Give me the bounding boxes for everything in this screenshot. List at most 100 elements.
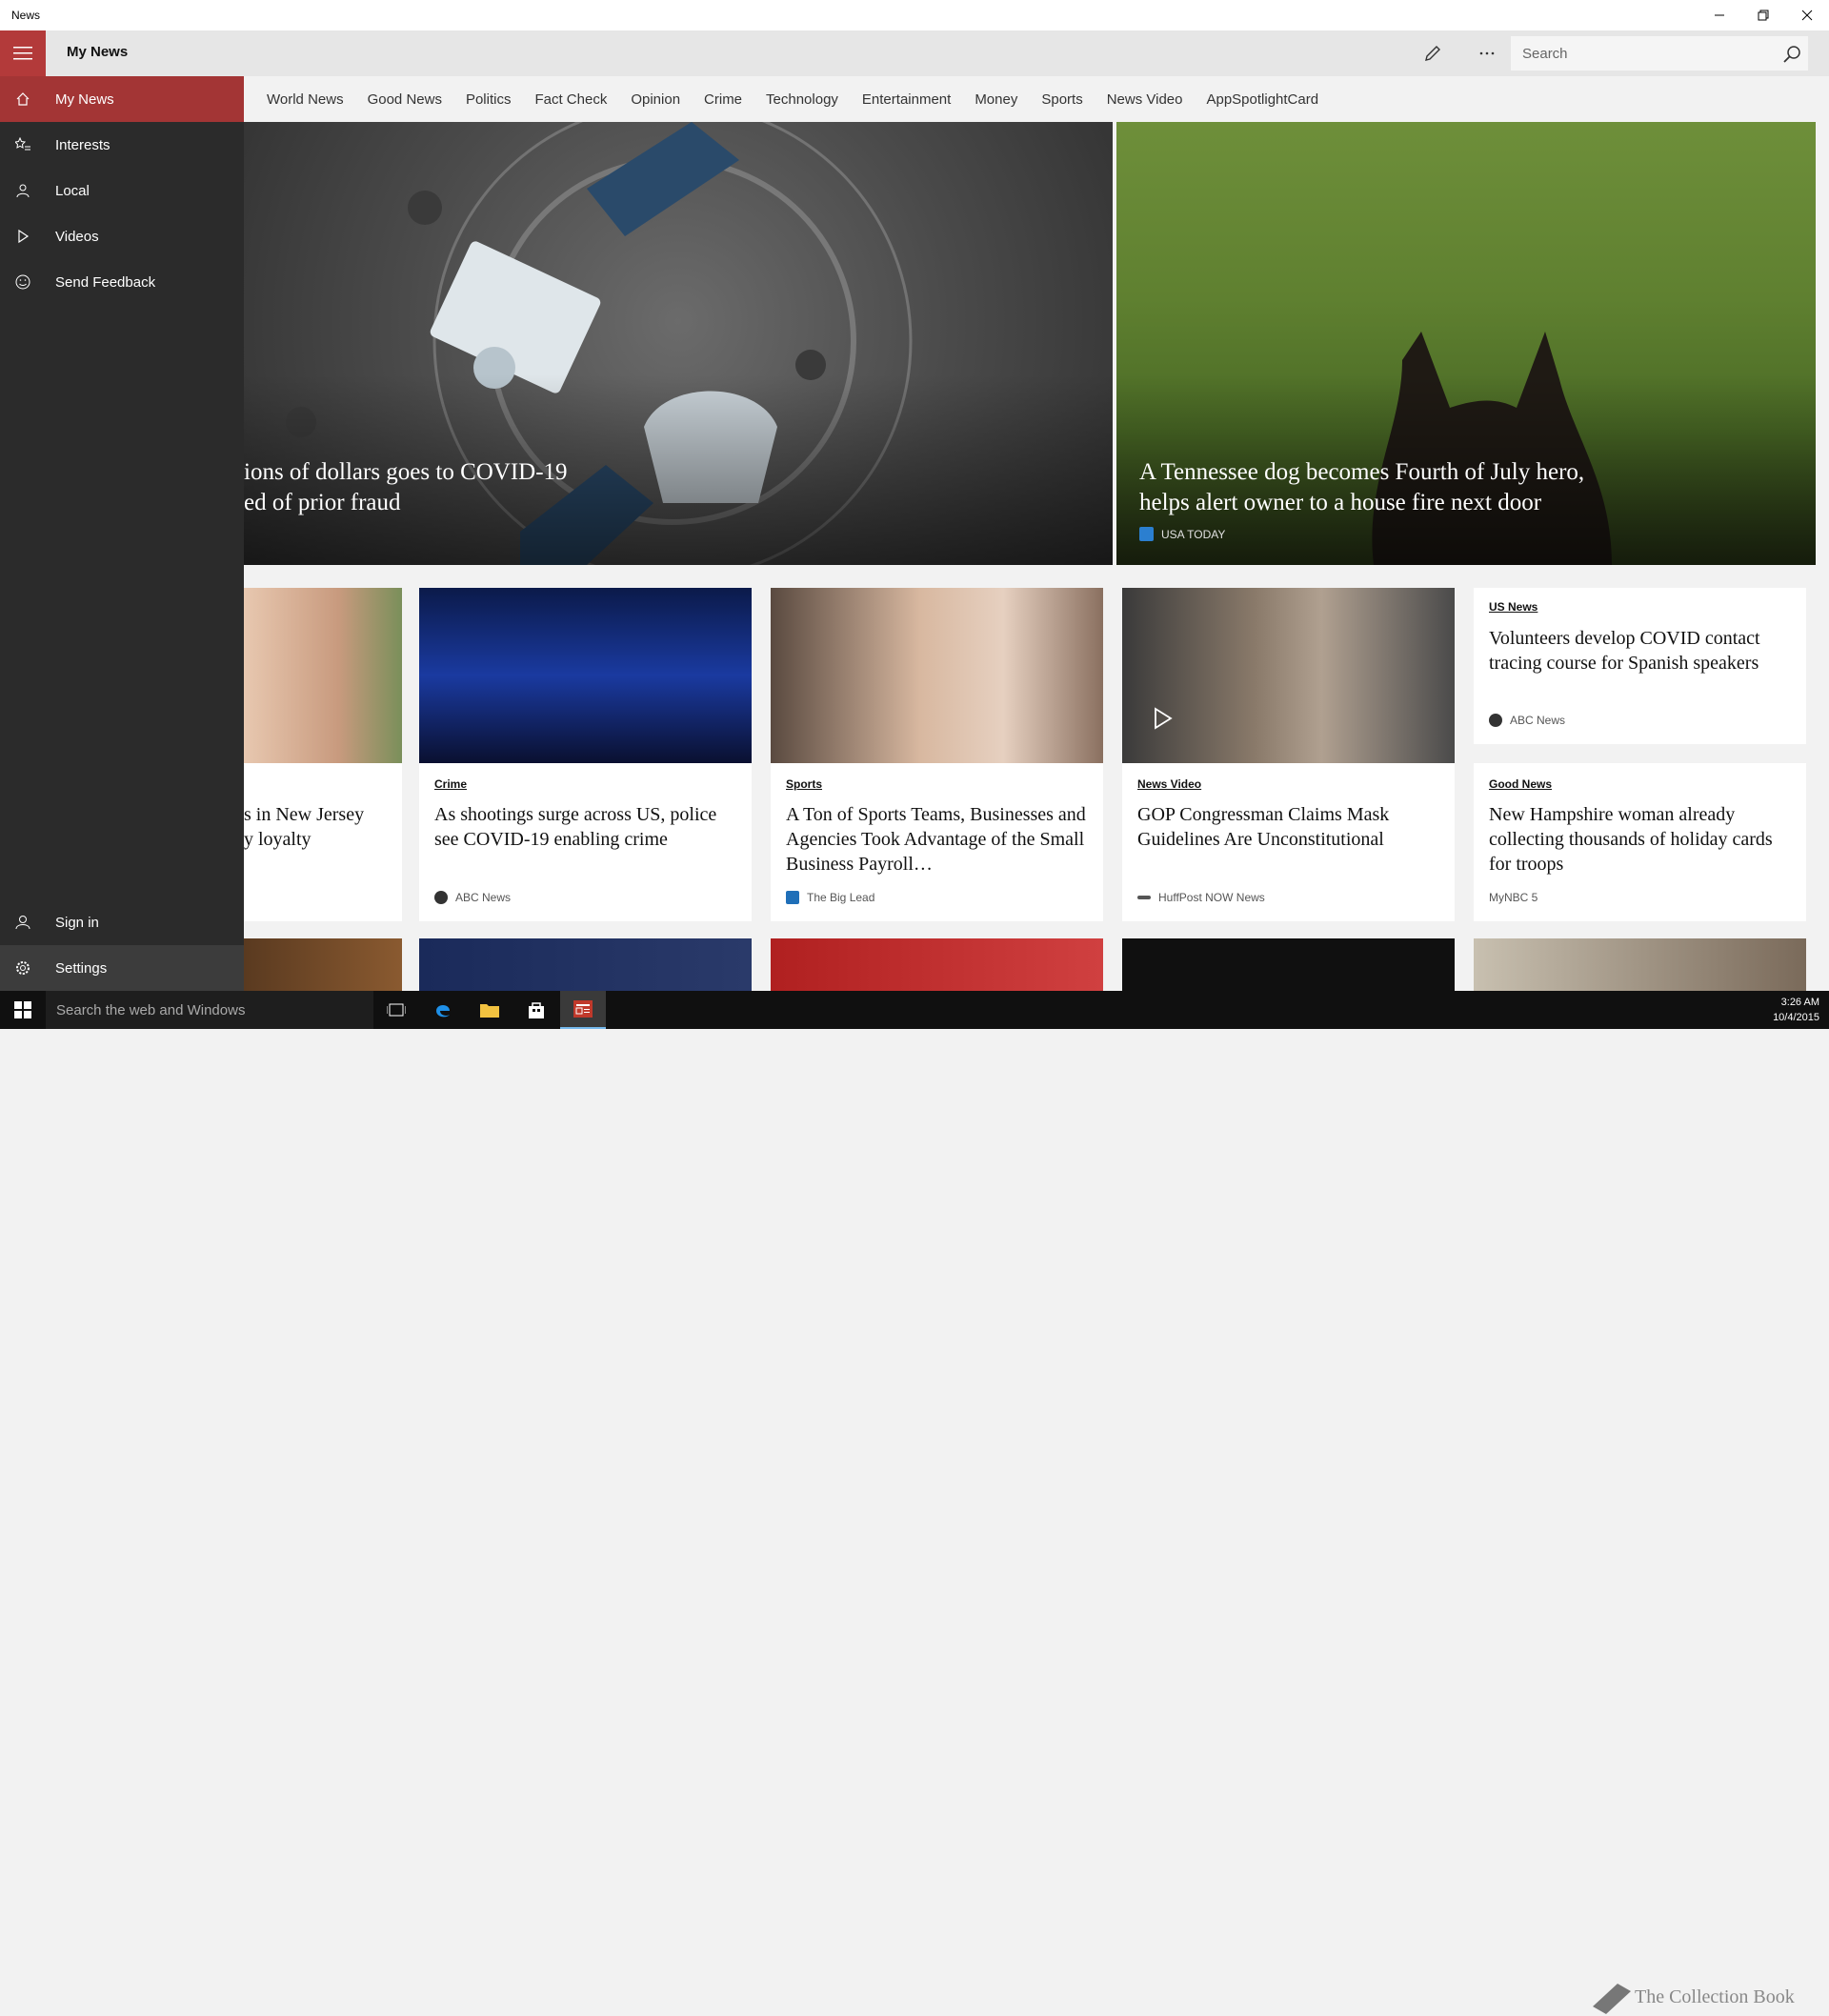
more-options-button[interactable] bbox=[1476, 42, 1498, 65]
story-title: A Ton of Sports Teams, Businesses and Ag… bbox=[786, 804, 1086, 875]
story-source: HuffPost NOW News bbox=[1137, 891, 1265, 904]
person-pin-icon bbox=[0, 168, 46, 213]
hero-right-title: A Tennessee dog becomes Fourth of July h… bbox=[1139, 459, 1585, 515]
sidebar-item-my-news[interactable]: My News bbox=[0, 76, 244, 122]
story-card-sports[interactable]: Sports A Ton of Sports Teams, Businesses… bbox=[771, 588, 1103, 921]
task-view-button[interactable] bbox=[373, 991, 419, 1029]
usa-today-logo-icon bbox=[1139, 527, 1154, 541]
story-image bbox=[1122, 588, 1455, 763]
the-big-lead-logo-icon bbox=[786, 891, 799, 904]
hero-left-title: ions of dollars goes to COVID-19 ed of p… bbox=[244, 459, 568, 515]
story-category[interactable]: US News bbox=[1489, 600, 1538, 614]
start-button[interactable] bbox=[0, 991, 46, 1029]
story-image bbox=[244, 588, 402, 763]
navigation-pane: My News Interests Local Videos Send Feed… bbox=[0, 76, 244, 991]
edge-button[interactable] bbox=[420, 991, 466, 1029]
story-card-partial[interactable]: s in New Jersey y loyalty bbox=[244, 588, 402, 921]
sidebar-item-interests[interactable]: Interests bbox=[0, 122, 244, 168]
star-list-icon bbox=[0, 122, 46, 168]
abc-news-logo-icon bbox=[1489, 714, 1502, 727]
book-logo-icon bbox=[1593, 1984, 1631, 2014]
play-icon bbox=[0, 213, 46, 259]
play-icon[interactable] bbox=[1151, 707, 1174, 730]
story-card-row3[interactable] bbox=[419, 938, 752, 991]
story-category[interactable]: Sports bbox=[786, 777, 822, 791]
story-card-row3[interactable] bbox=[1474, 938, 1806, 991]
window-titlebar: News bbox=[0, 0, 1829, 30]
story-category[interactable]: Crime bbox=[434, 777, 467, 791]
taskbar-search[interactable]: Search the web and Windows bbox=[46, 991, 373, 1029]
windows-logo-icon bbox=[14, 1001, 31, 1018]
tab-money[interactable]: Money bbox=[975, 91, 1017, 108]
story-title: As shootings surge across US, police see… bbox=[434, 804, 717, 850]
tab-opinion[interactable]: Opinion bbox=[631, 91, 680, 108]
app-header: My News bbox=[0, 30, 1829, 76]
hero-right-source: USA TODAY bbox=[1139, 527, 1225, 541]
minimize-button[interactable] bbox=[1698, 0, 1741, 30]
page-title: My News bbox=[67, 44, 129, 60]
store-button[interactable] bbox=[513, 991, 559, 1029]
tab-good-news[interactable]: Good News bbox=[368, 91, 442, 108]
hamburger-menu-button[interactable] bbox=[0, 30, 46, 76]
edit-button[interactable] bbox=[1421, 42, 1444, 65]
tab-news-video[interactable]: News Video bbox=[1107, 91, 1183, 108]
watermark: The Collection Book bbox=[1589, 1978, 1795, 2016]
tab-sports[interactable]: Sports bbox=[1041, 91, 1082, 108]
person-icon bbox=[0, 899, 46, 945]
smiley-icon bbox=[0, 259, 46, 305]
tab-fact-check[interactable]: Fact Check bbox=[534, 91, 607, 108]
story-card-good-news[interactable]: Good News New Hampshire woman already co… bbox=[1474, 763, 1806, 921]
sidebar-item-sign-in[interactable]: Sign in bbox=[0, 899, 244, 945]
search-button[interactable] bbox=[1781, 44, 1802, 65]
sidebar-item-send-feedback[interactable]: Send Feedback bbox=[0, 259, 244, 305]
story-category[interactable]: News Video bbox=[1137, 777, 1201, 791]
story-title: s in New Jersey y loyalty bbox=[244, 804, 365, 850]
story-title: New Hampshire woman already collecting t… bbox=[1489, 804, 1773, 875]
edge-browser-icon bbox=[436, 1005, 450, 1018]
story-title: Volunteers develop COVID contact tracing… bbox=[1489, 628, 1760, 674]
story-source: ABC News bbox=[434, 891, 511, 904]
tab-world-news[interactable]: World News bbox=[267, 91, 344, 108]
huffpost-logo-icon bbox=[1137, 896, 1151, 899]
story-source: The Big Lead bbox=[786, 891, 874, 904]
story-card-row3[interactable] bbox=[244, 938, 402, 991]
story-image bbox=[771, 588, 1103, 763]
sidebar-item-videos[interactable]: Videos bbox=[0, 213, 244, 259]
abc-news-logo-icon bbox=[434, 891, 448, 904]
restore-button[interactable] bbox=[1741, 0, 1785, 30]
folder-icon bbox=[480, 1004, 499, 1018]
news-feed: ions of dollars goes to COVID-19 ed of p… bbox=[244, 122, 1816, 991]
task-view-icon bbox=[387, 1003, 406, 1017]
tab-crime[interactable]: Crime bbox=[704, 91, 742, 108]
sidebar-item-settings[interactable]: Settings bbox=[0, 945, 244, 991]
hero-story-right[interactable]: A Tennessee dog becomes Fourth of July h… bbox=[1116, 122, 1816, 565]
category-tabs: World News Good News Politics Fact Check… bbox=[244, 76, 1829, 122]
story-card-us-news[interactable]: US News Volunteers develop COVID contact… bbox=[1474, 588, 1806, 744]
story-category[interactable]: Good News bbox=[1489, 777, 1552, 791]
story-card-row3[interactable] bbox=[771, 938, 1103, 991]
window-title: News bbox=[11, 9, 41, 22]
tab-technology[interactable]: Technology bbox=[766, 91, 838, 108]
search-box bbox=[1511, 36, 1808, 71]
sidebar-item-local[interactable]: Local bbox=[0, 168, 244, 213]
news-app-button[interactable] bbox=[560, 991, 606, 1029]
system-clock[interactable]: 3:26 AM 10/4/2015 bbox=[1773, 995, 1819, 1025]
story-card-row3[interactable] bbox=[1122, 938, 1455, 991]
tab-entertainment[interactable]: Entertainment bbox=[862, 91, 951, 108]
news-app-icon bbox=[573, 1000, 593, 1018]
story-source: ABC News bbox=[1489, 714, 1565, 727]
search-icon bbox=[1783, 46, 1800, 63]
search-input[interactable] bbox=[1511, 36, 1768, 71]
tab-app-spotlight[interactable]: AppSpotlightCard bbox=[1206, 91, 1318, 108]
more-icon bbox=[1479, 51, 1495, 55]
tab-politics[interactable]: Politics bbox=[466, 91, 512, 108]
gear-icon bbox=[0, 945, 46, 991]
story-title: GOP Congressman Claims Mask Guidelines A… bbox=[1137, 804, 1390, 850]
hero-story-left[interactable]: ions of dollars goes to COVID-19 ed of p… bbox=[244, 122, 1113, 565]
story-card-video[interactable]: News Video GOP Congressman Claims Mask G… bbox=[1122, 588, 1455, 921]
close-button[interactable] bbox=[1785, 0, 1829, 30]
window-controls bbox=[1698, 0, 1829, 30]
file-explorer-button[interactable] bbox=[467, 991, 513, 1029]
story-card-crime[interactable]: Crime As shootings surge across US, poli… bbox=[419, 588, 752, 921]
store-bag-icon bbox=[529, 1002, 544, 1018]
